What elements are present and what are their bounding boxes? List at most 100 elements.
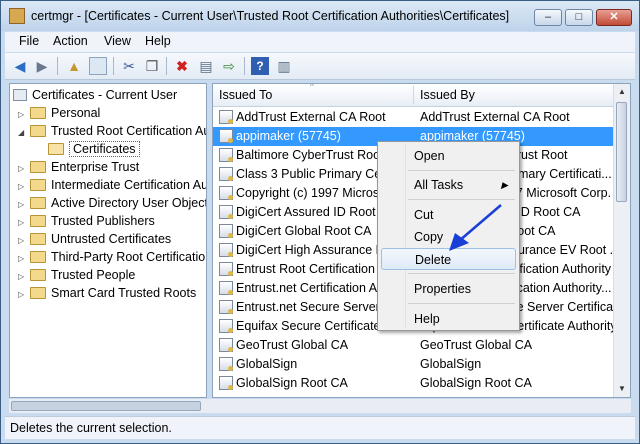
tree-item-certificates[interactable]: Certificates <box>48 140 140 158</box>
issued-to-cell: GeoTrust Global CA <box>236 338 349 352</box>
up-folder-icon[interactable]: ▲ <box>65 57 83 75</box>
menu-item-label: Cut <box>414 208 434 222</box>
horizontal-scroll-thumb[interactable] <box>11 401 201 411</box>
vertical-scrollbar[interactable]: ▲ ▼ <box>613 84 630 397</box>
maximize-button[interactable]: □ <box>565 9 593 26</box>
column-issued-by[interactable]: Issued By <box>420 88 475 102</box>
folder-icon <box>30 107 46 119</box>
folder-icon <box>30 161 46 173</box>
table-row[interactable]: GeoTrust Global CA GeoTrust Global CA <box>213 336 615 355</box>
horizontal-scrollbar[interactable] <box>9 399 631 413</box>
tree-item-label: Enterprise Trust <box>51 160 140 174</box>
copy-icon[interactable]: ❐ <box>143 57 161 75</box>
properties-icon[interactable]: ▤ <box>197 57 215 75</box>
certmgr-window: certmgr - [Certificates - Current User\T… <box>0 0 640 444</box>
certificate-icon <box>219 205 233 219</box>
back-arrow-icon[interactable]: ◀ <box>11 57 29 75</box>
certificate-icon <box>219 167 233 181</box>
menu-separator <box>408 303 515 304</box>
tree-item-label: Trusted People <box>51 268 136 282</box>
issued-to-cell: DigiCert High Assurance EV <box>236 243 393 257</box>
certificate-icon <box>219 281 233 295</box>
menu-file[interactable]: File <box>19 34 39 48</box>
tree-item-smart-card[interactable]: ▷ Smart Card Trusted Roots <box>18 284 196 302</box>
toolbar-separator <box>57 57 58 75</box>
menu-item-label: Open <box>414 149 445 163</box>
certificate-icon <box>219 357 233 371</box>
tree-item-trusted-publishers[interactable]: ▷ Trusted Publishers <box>18 212 155 230</box>
help-icon[interactable]: ? <box>251 57 269 75</box>
export-icon[interactable]: ⇨ <box>220 57 238 75</box>
table-row[interactable]: GlobalSign GlobalSign <box>213 355 615 374</box>
certificate-icon <box>219 129 233 143</box>
menu-action[interactable]: Action <box>53 34 88 48</box>
arrow-shaft <box>458 204 502 242</box>
tree-item-personal[interactable]: ▷ Personal <box>18 104 100 122</box>
annotation-arrow <box>449 204 502 251</box>
issued-by-cell: GeoTrust Global CA <box>420 338 533 352</box>
folder-icon <box>30 215 46 227</box>
tree-item-label: Untrusted Certificates <box>51 232 172 246</box>
column-divider[interactable] <box>413 86 414 104</box>
certificate-icon <box>219 319 233 333</box>
folder-icon <box>30 233 46 245</box>
forward-arrow-icon[interactable]: ▶ <box>33 57 51 75</box>
certificate-icon <box>219 300 233 314</box>
certificate-icon <box>219 376 233 390</box>
tree-root[interactable]: Certificates - Current User <box>13 86 177 104</box>
certificate-icon <box>219 262 233 276</box>
tree-item-trusted-people[interactable]: ▷ Trusted People <box>18 266 135 284</box>
issued-to-cell: Equifax Secure Certificate A <box>236 319 392 333</box>
tree-item-label: Personal <box>51 106 101 120</box>
menu-item-all-tasks[interactable]: All Tasks ▶ <box>381 174 516 196</box>
issued-to-cell: GlobalSign Root CA <box>236 376 348 390</box>
menu-item-label: Copy <box>414 230 444 244</box>
menu-item-open[interactable]: Open <box>381 145 516 167</box>
tree-item-intermediate[interactable]: ▷ Intermediate Certification Au <box>18 176 206 194</box>
table-row[interactable]: AddTrust External CA Root AddTrust Extern… <box>213 108 615 127</box>
column-issued-to[interactable]: Issued To <box>219 88 272 102</box>
tree-item-label: Third-Party Root Certification <box>51 250 207 264</box>
menu-help[interactable]: Help <box>145 34 171 48</box>
minimize-button[interactable]: – <box>534 9 562 26</box>
menu-item-properties[interactable]: Properties <box>381 278 516 300</box>
tree-root-label: Certificates - Current User <box>32 88 178 102</box>
folder-icon <box>30 269 46 281</box>
tree-item-enterprise-trust[interactable]: ▷ Enterprise Trust <box>18 158 139 176</box>
certificate-icon <box>219 243 233 257</box>
show-tree-icon[interactable] <box>89 57 107 75</box>
issued-to-cell: GlobalSign <box>236 357 298 371</box>
toolbar: ◀ ▶ ▲ ✂ ❐ ✖ ▤ ⇨ ? ▥ <box>5 53 635 80</box>
folder-icon <box>30 179 46 191</box>
certmgr-app-icon <box>9 8 25 24</box>
menu-view[interactable]: View <box>104 34 131 48</box>
menu-item-label: Properties <box>414 282 471 296</box>
tree-item-untrusted[interactable]: ▷ Untrusted Certificates <box>18 230 171 248</box>
tree-item-label: Trusted Root Certification Au <box>51 124 207 138</box>
certificate-icon <box>219 110 233 124</box>
collapse-icon[interactable]: ◢ <box>18 124 28 142</box>
table-row[interactable]: GlobalSign Root CA GlobalSign Root CA <box>213 374 615 393</box>
expand-icon[interactable]: ▷ <box>18 286 28 304</box>
issued-by-cell: GlobalSign <box>420 357 482 371</box>
tree-item-third-party-root[interactable]: ▷ Third-Party Root Certification <box>18 248 207 266</box>
panel-icon[interactable]: ▥ <box>275 57 293 75</box>
scroll-up-icon[interactable]: ▲ <box>614 84 630 100</box>
menu-item-help[interactable]: Help <box>381 308 516 330</box>
open-folder-icon <box>48 143 64 155</box>
scroll-down-icon[interactable]: ▼ <box>614 381 630 397</box>
issued-to-cell: Entrust.net Certification Au <box>236 281 384 295</box>
tree-pane: Certificates - Current User ▷ Personal ◢ T… <box>9 83 207 398</box>
delete-icon[interactable]: ✖ <box>173 57 191 75</box>
certificate-icon <box>219 186 233 200</box>
menu-separator <box>408 273 515 274</box>
issued-by-cell: GlobalSign Root CA <box>420 376 532 390</box>
tree-item-active-directory[interactable]: ▷ Active Directory User Object <box>18 194 206 212</box>
scroll-thumb[interactable] <box>616 102 627 202</box>
close-button[interactable]: ✕ <box>596 9 632 26</box>
certificate-icon <box>219 338 233 352</box>
toolbar-separator <box>244 57 245 75</box>
status-text: Deletes the current selection. <box>10 421 172 435</box>
tree-item-trusted-root[interactable]: ◢ Trusted Root Certification Au <box>18 122 207 142</box>
cut-icon[interactable]: ✂ <box>120 57 138 75</box>
